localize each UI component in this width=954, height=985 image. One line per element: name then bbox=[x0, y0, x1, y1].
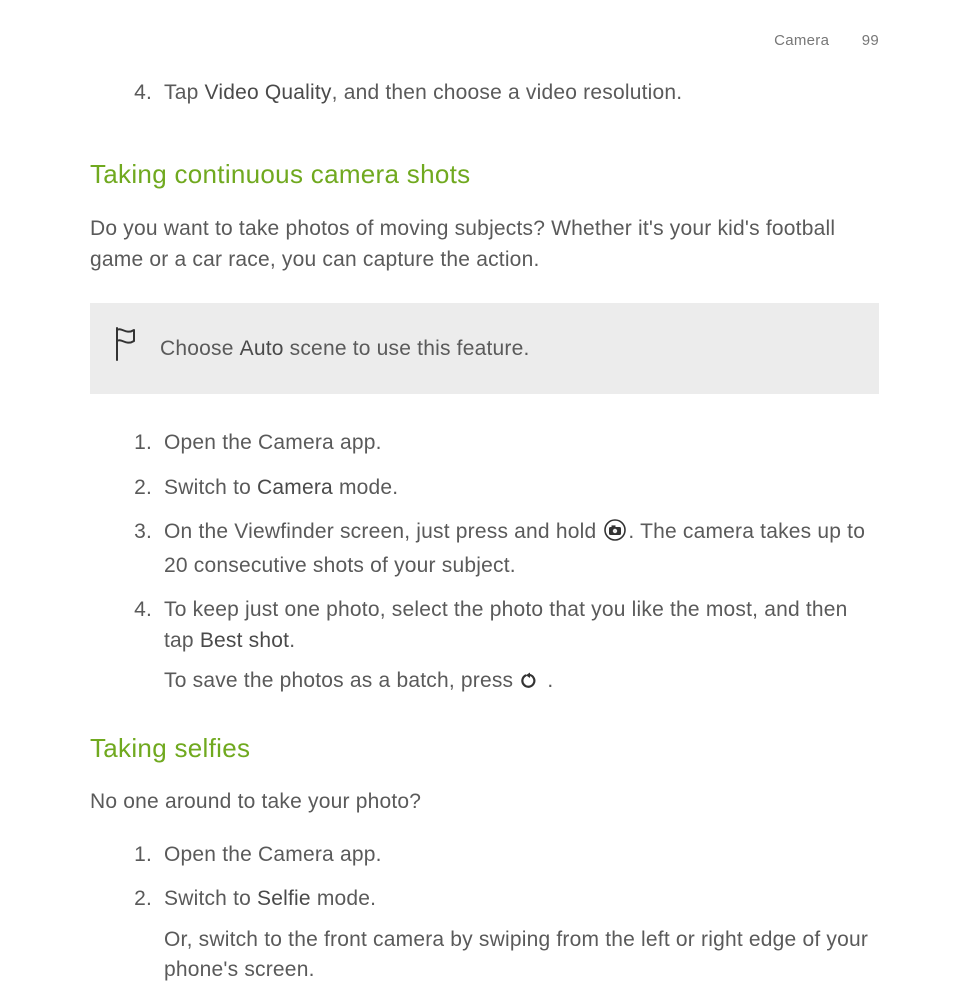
text: Choose bbox=[160, 337, 240, 360]
section-intro: No one around to take your photo? bbox=[90, 787, 879, 817]
tip-text: Choose Auto scene to use this feature. bbox=[160, 334, 855, 364]
text: Switch to bbox=[164, 887, 257, 910]
text-bold: Best shot bbox=[200, 629, 289, 652]
shutter-icon bbox=[604, 519, 626, 550]
text-bold: Selfie bbox=[257, 887, 311, 910]
list-item: Open the Camera app. bbox=[164, 840, 879, 870]
sub-text: Or, switch to the front camera by swipin… bbox=[164, 925, 879, 985]
text: Tap bbox=[164, 81, 205, 104]
text-bold: Video Quality bbox=[205, 81, 332, 104]
header-section: Camera bbox=[774, 32, 829, 49]
text: . bbox=[541, 669, 553, 692]
steps-list: Open the Camera app. Switch to Selfie mo… bbox=[90, 840, 879, 985]
text: Open the Camera app. bbox=[164, 431, 382, 454]
text: Open the Camera app. bbox=[164, 843, 382, 866]
tip-box: Choose Auto scene to use this feature. bbox=[90, 303, 879, 394]
text-bold: Auto bbox=[240, 337, 284, 360]
text: On the Viewfinder screen, just press and… bbox=[164, 520, 602, 543]
list-item: To keep just one photo, select the photo… bbox=[164, 595, 879, 699]
text: Switch to bbox=[164, 476, 257, 499]
sub-text: To save the photos as a batch, press . bbox=[164, 666, 879, 699]
text: To save the photos as a batch, press bbox=[164, 669, 519, 692]
list-item: Switch to Camera mode. bbox=[164, 473, 879, 503]
list-item: Switch to Selfie mode. Or, switch to the… bbox=[164, 884, 879, 985]
text: , and then choose a video resolution. bbox=[332, 81, 683, 104]
page-header: Camera 99 bbox=[746, 30, 879, 52]
text: scene to use this feature. bbox=[284, 337, 530, 360]
text-bold: Camera bbox=[257, 476, 333, 499]
list-item: Open the Camera app. bbox=[164, 428, 879, 458]
lead-step-list: Tap Video Quality, and then choose a vid… bbox=[90, 78, 879, 108]
flag-icon bbox=[114, 327, 138, 370]
text: mode. bbox=[333, 476, 398, 499]
list-item: On the Viewfinder screen, just press and… bbox=[164, 517, 879, 581]
back-icon bbox=[521, 669, 539, 699]
text: . bbox=[289, 629, 295, 652]
list-item: Tap Video Quality, and then choose a vid… bbox=[164, 78, 879, 108]
steps-list: Open the Camera app. Switch to Camera mo… bbox=[90, 428, 879, 699]
section-heading: Taking continuous camera shots bbox=[90, 156, 879, 194]
section-intro: Do you want to take photos of moving sub… bbox=[90, 214, 879, 275]
text: mode. bbox=[311, 887, 376, 910]
section-heading: Taking selfies bbox=[90, 730, 879, 768]
header-page: 99 bbox=[862, 32, 879, 49]
